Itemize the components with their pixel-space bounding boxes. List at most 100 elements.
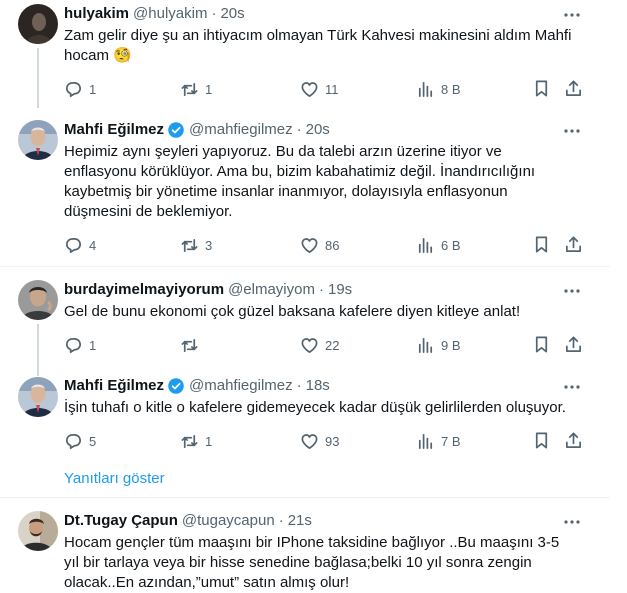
- display-name[interactable]: burdayimelmayiyorum: [64, 280, 224, 300]
- user-handle[interactable]: @hulyakim: [133, 4, 207, 24]
- retweet-button[interactable]: 3: [180, 235, 212, 255]
- reply-button[interactable]: 1: [64, 335, 96, 355]
- views-button[interactable]: 9 B: [416, 335, 461, 355]
- more-options-icon[interactable]: [562, 512, 582, 532]
- share-icon: [565, 80, 582, 97]
- like-button[interactable]: 11: [300, 79, 339, 99]
- tweet-actions: 4 3 86 6 B: [64, 235, 594, 255]
- display-name[interactable]: Mahfi Eğilmez: [64, 376, 164, 396]
- share-icon: [565, 336, 582, 353]
- share-icon: [565, 236, 582, 253]
- verified-badge-icon: [168, 122, 184, 138]
- tweet-divider: [0, 266, 610, 267]
- tweet-text-line: enflasyonu körüklüyor. Ama bu, bizim kab…: [64, 163, 536, 180]
- retweet-icon: [181, 434, 198, 448]
- user-handle[interactable]: @mahfiegilmez: [189, 120, 293, 140]
- timestamp[interactable]: 20s: [220, 4, 244, 24]
- timestamp[interactable]: 18s: [306, 376, 330, 396]
- tweet-text-line: Hocam gençler tüm maaşını bir IPhone tak…: [64, 534, 560, 551]
- heart-icon: [301, 337, 318, 353]
- bookmark-icon: [535, 80, 548, 97]
- retweet-button[interactable]: 1: [180, 431, 212, 451]
- separator-dot: ·: [296, 377, 302, 394]
- show-replies-link[interactable]: Yanıtları göster: [64, 470, 165, 487]
- share-button[interactable]: [564, 431, 584, 451]
- tweet-text: Gel de bunu ekonomi çok güzel baksana ka…: [64, 302, 594, 322]
- views-button[interactable]: 6 B: [416, 235, 461, 255]
- avatar[interactable]: [18, 120, 58, 160]
- timestamp[interactable]: 19s: [328, 280, 352, 300]
- avatar[interactable]: [18, 280, 58, 320]
- reply-icon: [65, 237, 82, 253]
- tweet-header: Dt.Tugay Çapun @tugaycapun · 21s: [64, 511, 312, 531]
- reply-count: 4: [89, 237, 97, 253]
- retweet-count: 3: [205, 237, 213, 253]
- reply-icon: [65, 81, 82, 97]
- views-button[interactable]: 8 B: [416, 79, 461, 99]
- reply-button[interactable]: 1: [64, 79, 96, 99]
- tweet-text: Zam gelir diye şu an ihtiyacım olmayan T…: [64, 26, 594, 66]
- retweet-button[interactable]: [180, 335, 205, 355]
- analytics-icon: [418, 237, 433, 253]
- share-button[interactable]: [564, 335, 584, 355]
- like-count: 93: [325, 433, 340, 449]
- reply-button[interactable]: 4: [64, 235, 96, 255]
- heart-icon: [301, 237, 318, 253]
- display-name[interactable]: Dt.Tugay Çapun: [64, 511, 178, 531]
- avatar[interactable]: [18, 511, 58, 551]
- like-button[interactable]: 22: [300, 335, 339, 355]
- analytics-icon: [418, 433, 433, 449]
- more-options-icon[interactable]: [562, 5, 582, 25]
- retweet-icon: [181, 338, 198, 352]
- more-options-icon[interactable]: [562, 281, 582, 301]
- timestamp[interactable]: 20s: [306, 120, 330, 140]
- bookmark-button[interactable]: [532, 235, 552, 255]
- user-handle[interactable]: @mahfiegilmez: [189, 376, 293, 396]
- more-options-icon[interactable]: [562, 377, 582, 397]
- view-count: 6 B: [441, 237, 461, 253]
- view-count: 8 B: [441, 81, 461, 97]
- tweet-header: Mahfi Eğilmez @mahfiegilmez · 20s: [64, 120, 330, 140]
- retweet-icon: [181, 82, 198, 96]
- retweet-count: 1: [205, 81, 213, 97]
- reply-icon: [65, 433, 82, 449]
- more-options-icon[interactable]: [562, 121, 582, 141]
- display-name[interactable]: hulyakim: [64, 4, 129, 24]
- separator-dot: ·: [296, 121, 302, 138]
- share-icon: [565, 432, 582, 449]
- like-button[interactable]: 86: [300, 235, 339, 255]
- views-button[interactable]: 7 B: [416, 431, 461, 451]
- reply-count: 1: [89, 81, 97, 97]
- thread-line: [37, 324, 39, 376]
- display-name[interactable]: Mahfi Eğilmez: [64, 120, 164, 140]
- tweet-header: hulyakim @hulyakim · 20s: [64, 4, 245, 24]
- timestamp[interactable]: 21s: [288, 511, 312, 531]
- separator-dot: ·: [278, 512, 284, 529]
- bookmark-button[interactable]: [532, 431, 552, 451]
- share-button[interactable]: [564, 235, 584, 255]
- reply-button[interactable]: 5: [64, 431, 96, 451]
- bookmark-button[interactable]: [532, 79, 552, 99]
- bookmark-button[interactable]: [532, 335, 552, 355]
- thread-line: [37, 48, 39, 108]
- share-button[interactable]: [564, 79, 584, 99]
- avatar[interactable]: [18, 377, 58, 417]
- tweet-text-line: kaybetmiş bir yönetime insanlar inanmıyo…: [64, 183, 508, 200]
- like-count: 22: [325, 337, 340, 353]
- tweet-text-line: Zam gelir diye şu an ihtiyacım olmayan T…: [64, 27, 572, 44]
- retweet-button[interactable]: 1: [180, 79, 212, 99]
- tweet-text-line: olacak..En azından,”umut” satın almış ol…: [64, 574, 350, 591]
- user-handle[interactable]: @tugaycapun: [182, 511, 275, 531]
- separator-dot: ·: [211, 5, 217, 22]
- tweet-text-line: düşmesini de beklemiyor.: [64, 203, 233, 220]
- bookmark-icon: [535, 432, 548, 449]
- bookmark-icon: [535, 236, 548, 253]
- user-handle[interactable]: @elmayiyom: [228, 280, 315, 300]
- avatar[interactable]: [18, 4, 58, 44]
- like-count: 86: [325, 237, 340, 253]
- tweet-header: burdayimelmayiyorum @elmayiyom · 19s: [64, 280, 352, 300]
- reply-count: 1: [89, 337, 97, 353]
- bookmark-icon: [535, 336, 548, 353]
- tweet-text-line: yıl bir tarlaya veya bir hisse senedine …: [64, 554, 532, 571]
- like-button[interactable]: 93: [300, 431, 339, 451]
